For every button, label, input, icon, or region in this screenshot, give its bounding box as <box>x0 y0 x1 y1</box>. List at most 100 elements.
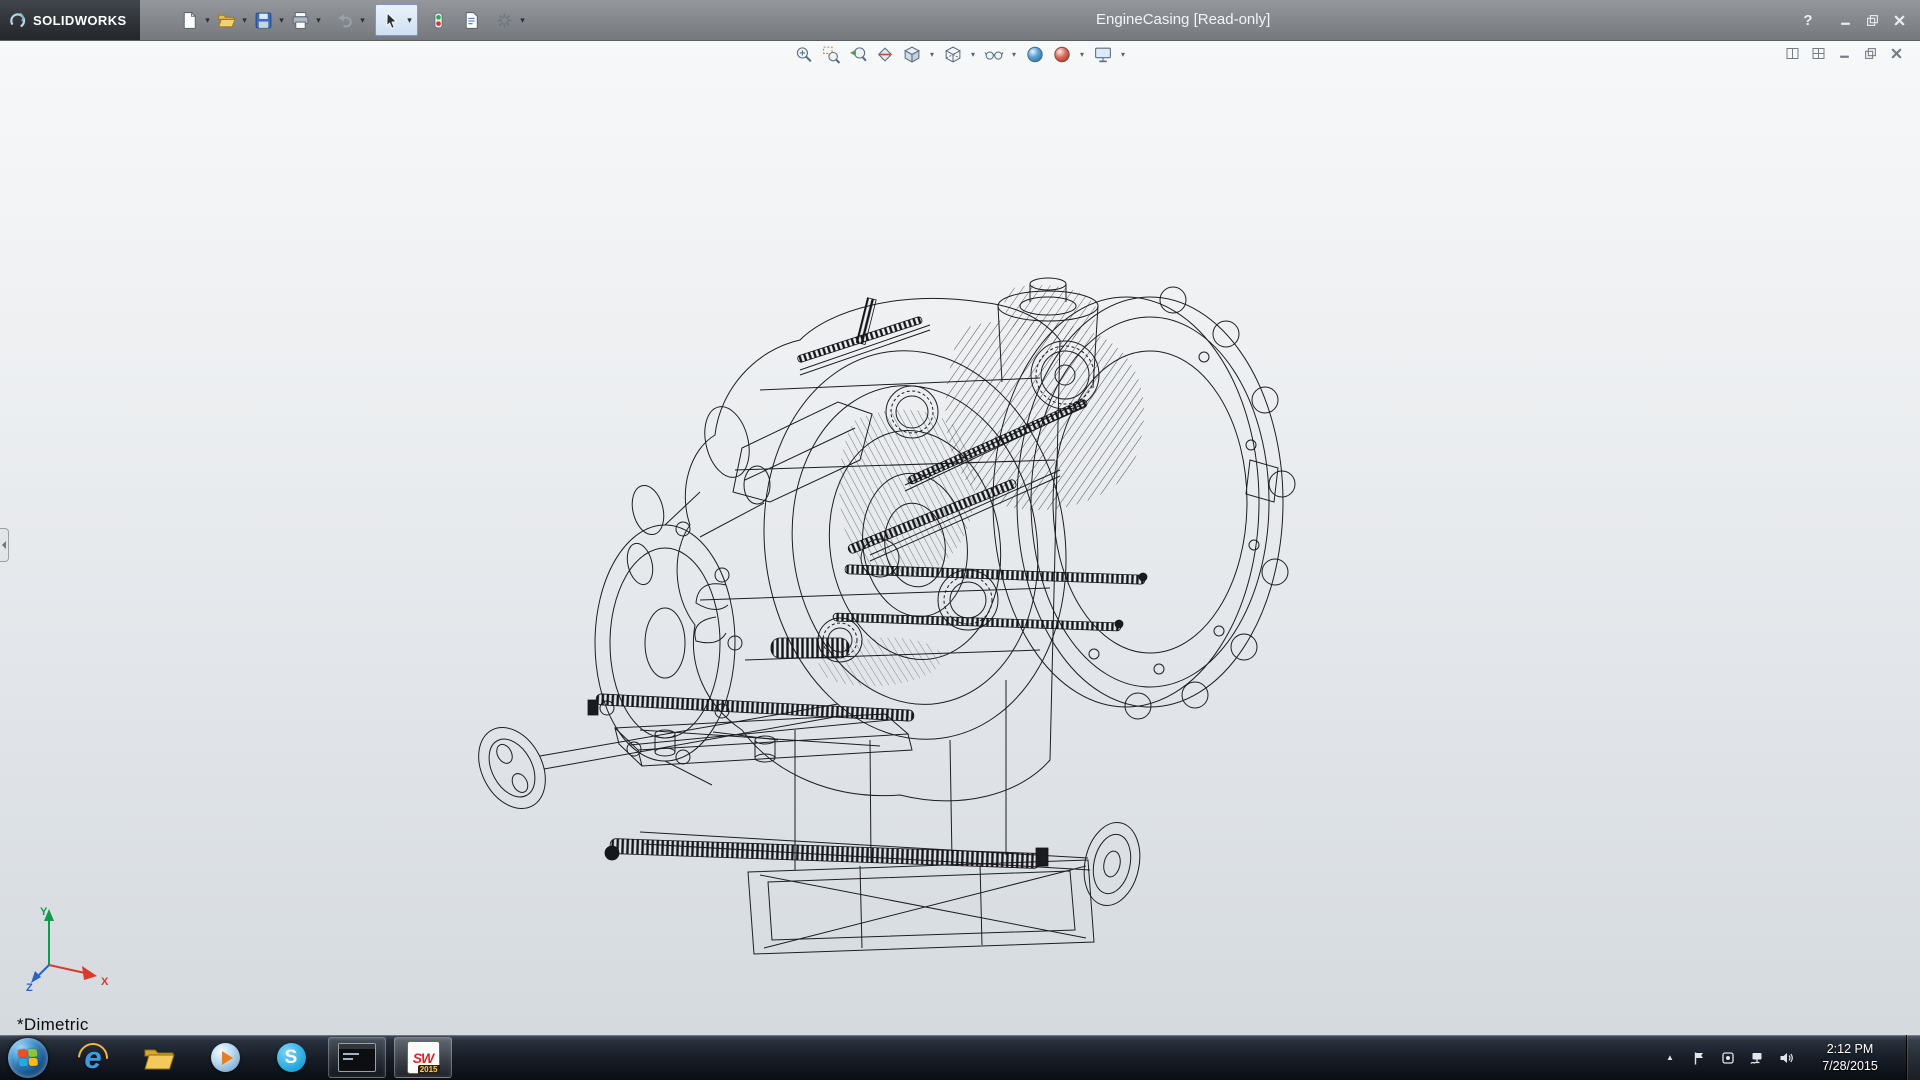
taskbar-clock[interactable]: 2:12 PM 7/28/2015 <box>1807 1041 1893 1074</box>
print-dropdown-arrow[interactable]: ▾ <box>313 15 324 26</box>
panel-splitter-handle[interactable] <box>0 528 9 562</box>
restore-icon <box>1866 14 1879 27</box>
section-view-icon <box>875 45 894 64</box>
previous-view-button[interactable] <box>847 43 869 65</box>
clock-time: 2:12 PM <box>1827 1041 1874 1057</box>
pane-split-button[interactable] <box>1784 45 1800 61</box>
view-settings-icon <box>1093 45 1112 64</box>
undo-icon <box>335 11 354 30</box>
apply-scene-dropdown-arrow[interactable]: ▾ <box>1078 50 1087 59</box>
view-orientation-label: *Dimetric <box>17 1015 89 1035</box>
brand-text: SOLIDWORKS <box>33 13 127 28</box>
view-orientation-dropdown-arrow[interactable]: ▾ <box>928 50 937 59</box>
pane-split-icon <box>1786 47 1799 60</box>
select-dropdown-arrow[interactable]: ▾ <box>404 15 415 26</box>
solidworks-logo: SOLIDWORKS <box>0 0 140 40</box>
graphics-area[interactable]: ▾ ▾ ▾ ▾ ▾ <box>0 40 1920 1035</box>
tray-app-button[interactable] <box>1720 1050 1736 1066</box>
doc-restore-button[interactable] <box>1862 45 1878 61</box>
media-player-button[interactable] <box>196 1037 254 1078</box>
edit-appearance-button[interactable] <box>1024 43 1046 65</box>
save-button[interactable] <box>250 7 276 33</box>
apply-scene-icon <box>1052 45 1071 64</box>
doc-minimize-button[interactable] <box>1836 45 1852 61</box>
windows-explorer-button[interactable] <box>130 1037 188 1078</box>
hidden-icons-chevron[interactable]: ▲ <box>1662 1050 1678 1066</box>
open-dropdown-arrow[interactable]: ▾ <box>239 15 250 26</box>
options-dropdown-arrow[interactable]: ▾ <box>517 15 528 26</box>
window-title: EngineCasing [Read-only] <box>1096 0 1270 40</box>
triad-z-label: Z <box>26 982 33 993</box>
zoom-to-fit-icon <box>794 45 813 64</box>
display-style-button[interactable] <box>942 43 964 65</box>
network-button[interactable] <box>1749 1050 1765 1066</box>
pane-grid-button[interactable] <box>1810 45 1826 61</box>
volume-icon <box>1779 1051 1793 1065</box>
solidworks-version-badge: 2015 <box>418 1065 440 1074</box>
open-button[interactable] <box>213 7 239 33</box>
view-settings-button[interactable] <box>1092 43 1114 65</box>
new-document-button[interactable] <box>176 7 202 33</box>
file-properties-icon <box>462 11 481 30</box>
hide-show-items-icon <box>984 45 1003 64</box>
start-button[interactable] <box>8 1038 48 1078</box>
skype-button[interactable]: S <box>262 1037 320 1078</box>
taskbar-apps: e S SW 2015 <box>64 1035 452 1080</box>
undo-button[interactable] <box>331 7 357 33</box>
internet-explorer-button[interactable]: e <box>64 1037 122 1078</box>
close-icon <box>1893 14 1906 27</box>
options-icon <box>495 11 514 30</box>
doc-restore-icon <box>1864 47 1877 60</box>
view-orientation-button[interactable] <box>901 43 923 65</box>
edit-appearance-icon <box>1025 45 1044 64</box>
internet-explorer-icon: e <box>77 1042 109 1074</box>
engine-casing-wireframe-model[interactable] <box>0 40 1920 1035</box>
options-button[interactable] <box>491 7 517 33</box>
triad-y-label: Y <box>40 906 48 918</box>
restore-button[interactable] <box>1863 11 1881 29</box>
volume-button[interactable] <box>1778 1050 1794 1066</box>
select-arrow-icon <box>382 11 401 30</box>
file-properties-button[interactable] <box>458 7 484 33</box>
display-style-dropdown-arrow[interactable]: ▾ <box>969 50 978 59</box>
dassault-logo-icon <box>8 10 28 30</box>
headsup-view-toolbar: ▾ ▾ ▾ ▾ ▾ <box>793 43 1128 65</box>
help-button[interactable]: ? <box>1799 11 1817 29</box>
rebuild-button[interactable] <box>425 7 451 33</box>
new-dropdown-arrow[interactable]: ▾ <box>202 15 213 26</box>
zoom-to-area-button[interactable] <box>820 43 842 65</box>
zoom-to-fit-button[interactable] <box>793 43 815 65</box>
action-center-flag-icon <box>1692 1051 1706 1065</box>
doc-minimize-icon <box>1838 47 1851 60</box>
folder-icon <box>143 1045 175 1071</box>
doc-close-button[interactable] <box>1888 45 1904 61</box>
save-dropdown-arrow[interactable]: ▾ <box>276 15 287 26</box>
minimize-button[interactable] <box>1836 11 1854 29</box>
orientation-triad[interactable]: Y X Z <box>25 903 115 993</box>
new-document-icon <box>180 11 199 30</box>
hide-show-items-button[interactable] <box>983 43 1005 65</box>
console-window-button[interactable] <box>328 1037 386 1078</box>
minimize-icon <box>1839 14 1852 27</box>
apply-scene-button[interactable] <box>1051 43 1073 65</box>
zoom-to-area-icon <box>821 45 840 64</box>
print-icon <box>291 11 310 30</box>
section-view-button[interactable] <box>874 43 896 65</box>
view-orientation-icon <box>902 45 921 64</box>
network-icon <box>1750 1051 1764 1065</box>
hide-show-dropdown-arrow[interactable]: ▾ <box>1010 50 1019 59</box>
print-button[interactable] <box>287 7 313 33</box>
title-bar: SOLIDWORKS ▾ ▾ ▾ ▾ ▾ <box>0 0 1920 41</box>
select-tool-pressed: ▾ <box>375 4 418 36</box>
view-settings-dropdown-arrow[interactable]: ▾ <box>1119 50 1128 59</box>
show-desktop-button[interactable] <box>1906 1035 1920 1080</box>
close-button[interactable] <box>1890 11 1908 29</box>
undo-dropdown-arrow[interactable]: ▾ <box>357 15 368 26</box>
document-window-controls <box>1784 45 1904 61</box>
system-tray: ▲ <box>1662 1035 1920 1080</box>
action-center-button[interactable] <box>1691 1050 1707 1066</box>
media-player-icon <box>211 1043 240 1072</box>
select-button[interactable] <box>378 7 404 33</box>
tray-app-icon <box>1721 1051 1735 1065</box>
solidworks-taskbar-button[interactable]: SW 2015 <box>394 1037 452 1078</box>
